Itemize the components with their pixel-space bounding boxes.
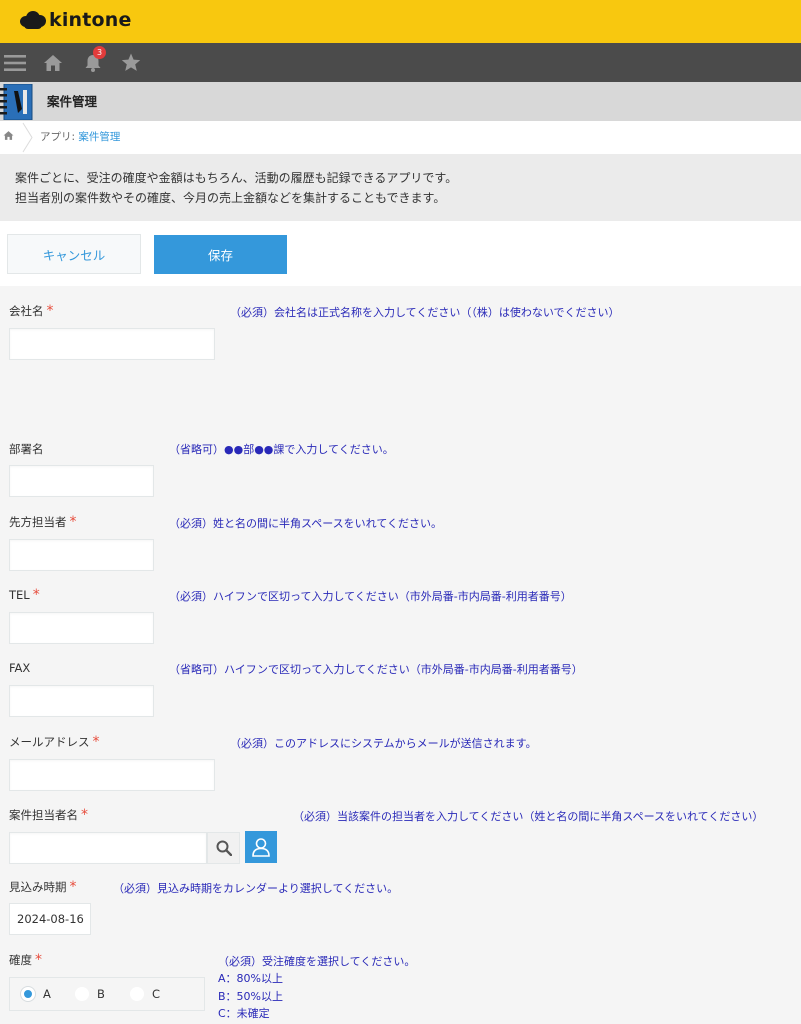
notification-badge: 3 (93, 46, 106, 59)
certainty-hint-a: A：80%以上 (218, 972, 283, 985)
fax-hint: （省略可）ハイフンで区切って入力してください（市外局番-市内局番-利用者番号） (169, 663, 583, 676)
kintone-logo[interactable]: kintone (20, 8, 132, 32)
certainty-hint-b: B：50%以上 (218, 990, 283, 1003)
company-label: 会社名 * (9, 303, 54, 319)
certainty-label: 確度 * (9, 952, 42, 968)
owner-label: 案件担当者名 * (9, 807, 88, 823)
breadcrumb-app-link[interactable]: 案件管理 (78, 131, 120, 143)
radio-label: B (97, 987, 105, 1001)
logo-text: kintone (49, 9, 132, 31)
contact-label: 先方担当者 * (9, 514, 77, 530)
certainty-hint-c: C：未確定 (218, 1007, 270, 1020)
tel-hint: （必須）ハイフンで区切って入力してください（市外局番-市内局番-利用者番号） (169, 590, 572, 603)
owner-hint: （必須）当該案件の担当者を入力してください（姓と名の間に半角スペースをいれてくだ… (293, 810, 764, 823)
app-title: 案件管理 (47, 94, 98, 109)
radio-selected-icon (21, 987, 35, 1001)
cancel-button[interactable]: キャンセル (7, 234, 141, 274)
company-hint: （必須）会社名は正式名称を入力してください（（株）は使わないでください） (230, 306, 620, 319)
required-mark: * (35, 952, 42, 968)
search-icon[interactable] (207, 832, 240, 864)
global-nav (0, 43, 801, 82)
required-mark: * (46, 303, 54, 319)
certainty-hint: （必須）受注確度を選択してください。 (218, 955, 416, 968)
required-mark: * (69, 514, 77, 530)
home-icon[interactable] (42, 43, 64, 82)
required-mark: * (32, 587, 40, 603)
top-bar: kintone (0, 0, 801, 43)
radio-option-a[interactable]: A (21, 978, 51, 1010)
expected-date-input[interactable]: 2024-08-16 (9, 903, 91, 935)
contact-hint: （必須）姓と名の間に半角スペースをいれてください。 (169, 517, 443, 530)
menu-icon[interactable] (3, 43, 26, 82)
notebook-app-icon (0, 83, 33, 121)
fax-input[interactable] (9, 685, 154, 717)
description-line-1: 案件ごとに、受注の確度や金額はもちろん、活動の履歴も記録できるアプリです。 (15, 171, 458, 185)
email-hint: （必須）このアドレスにシステムからメールが送信されます。 (230, 737, 537, 750)
radio-label: A (43, 987, 51, 1001)
radio-option-b[interactable]: B (75, 978, 105, 1010)
breadcrumb-home-icon[interactable] (3, 130, 14, 144)
department-hint: （省略可）●●部●●課で入力してください。 (169, 443, 394, 456)
breadcrumb-prefix: アプリ: (40, 131, 79, 143)
required-mark: * (92, 734, 100, 750)
cloud-logo-icon (20, 11, 48, 29)
app-header (0, 82, 801, 121)
required-mark: * (69, 879, 77, 895)
contact-input[interactable] (9, 539, 154, 571)
expected-date-hint: （必須）見込み時期をカレンダーより選択してください。 (113, 882, 399, 895)
department-input[interactable] (9, 465, 154, 497)
breadcrumb-separator-icon (22, 121, 34, 157)
radio-option-c[interactable]: C (130, 978, 160, 1010)
radio-label: C (152, 987, 161, 1001)
radio-unselected-icon (130, 987, 144, 1001)
tel-input[interactable] (9, 612, 154, 644)
required-mark: * (81, 807, 88, 823)
department-label: 部署名 (9, 442, 44, 456)
app-description: 案件ごとに、受注の確度や金額はもちろん、活動の履歴も記録できるアプリです。 担当… (0, 154, 801, 221)
certainty-radio-group: A B C (9, 977, 205, 1011)
description-line-2: 担当者別の案件数やその確度、今月の売上金額などを集計することもできます。 (15, 191, 446, 205)
fax-label: FAX (9, 661, 31, 675)
expected-date-label: 見込み時期 * (9, 879, 77, 895)
company-input[interactable] (9, 328, 215, 360)
user-select-icon[interactable] (245, 831, 277, 863)
email-input[interactable] (9, 759, 215, 791)
email-label: メールアドレス * (9, 734, 100, 750)
star-icon[interactable] (120, 43, 142, 82)
radio-unselected-icon (75, 987, 89, 1001)
tel-label: TEL * (9, 587, 40, 603)
owner-input[interactable] (9, 832, 207, 864)
save-button[interactable]: 保存 (154, 235, 287, 274)
breadcrumb-trail: アプリ: 案件管理 (40, 121, 120, 154)
